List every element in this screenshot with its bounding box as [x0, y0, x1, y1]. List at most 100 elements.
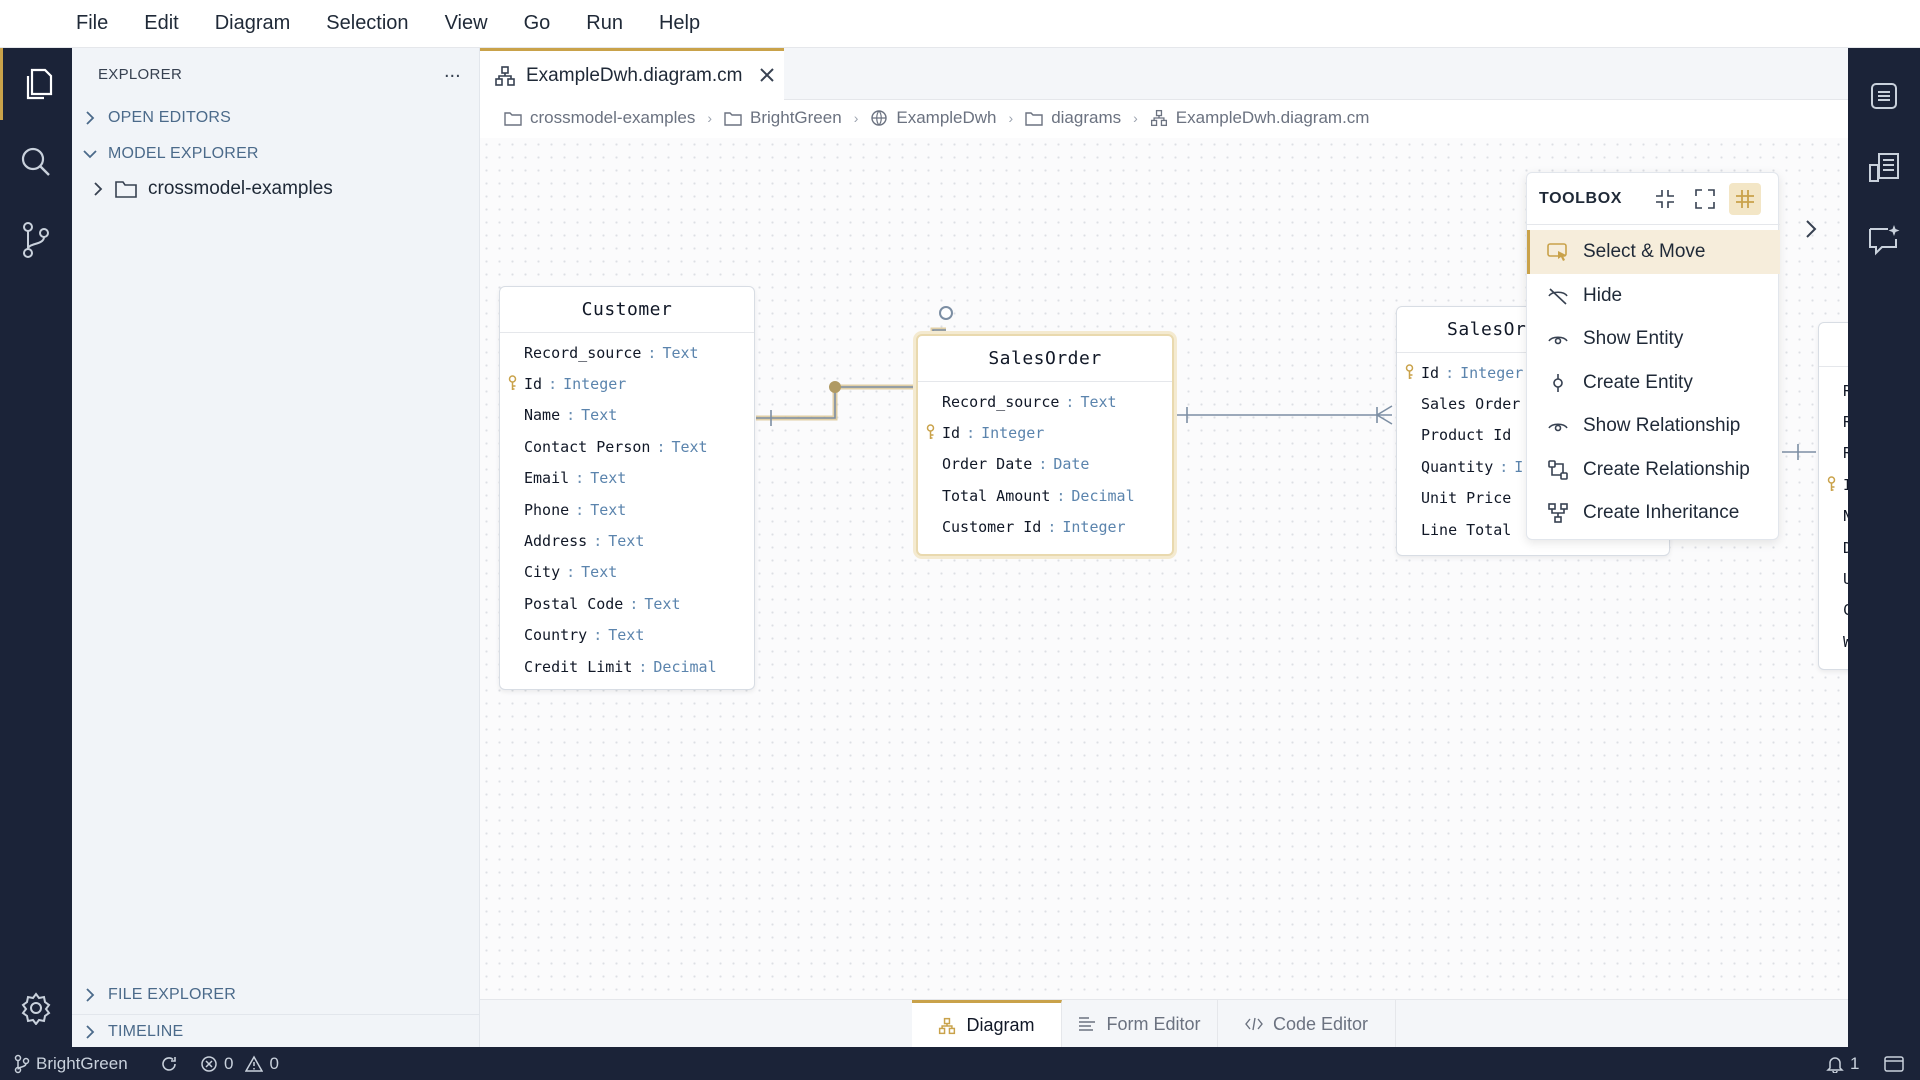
attribute-separator: : [548, 375, 558, 394]
entity-salesorder[interactable]: SalesOrder Record_source: Text Id: Integer… [916, 334, 1174, 556]
diagram-icon [939, 1017, 956, 1034]
breadcrumb-item-diagrams[interactable]: diagrams [1025, 108, 1121, 128]
section-timeline[interactable]: TIMELINE [72, 1014, 480, 1048]
menu-help[interactable]: Help [653, 8, 706, 39]
breadcrumb-item-crossmodel-examples[interactable]: crossmodel-examples [504, 108, 695, 128]
attribute-type: Text [644, 594, 681, 613]
attribute-row[interactable]: Postal Code: Text [500, 588, 754, 619]
source-control-icon [23, 222, 49, 258]
fit-to-screen-button[interactable] [1689, 183, 1721, 215]
properties-button[interactable] [1848, 132, 1920, 204]
attribute-row[interactable]: D [1819, 532, 1848, 563]
outline-button[interactable] [1848, 60, 1920, 132]
attribute-row[interactable]: N [1819, 501, 1848, 532]
close-tab-button[interactable] [758, 66, 776, 90]
section-label: OPEN EDITORS [108, 109, 232, 126]
section-open-editors[interactable]: OPEN EDITORS [72, 101, 480, 135]
attribute-row[interactable]: Id: Integer [918, 417, 1172, 448]
breadcrumb-item-brightgreen[interactable]: BrightGreen [724, 108, 842, 128]
tool-create-relationship[interactable]: Create Relationship [1527, 448, 1780, 492]
attribute-type: Text [608, 532, 645, 551]
toolbox-header: TOOLBOX [1527, 173, 1780, 225]
menu-view[interactable]: View [439, 8, 494, 39]
entity-customer[interactable]: Customer Record_source: Text Id: Integer N… [499, 286, 755, 690]
tool-show-relationship[interactable]: Show Relationship [1527, 404, 1780, 448]
chat-button[interactable] [1848, 204, 1920, 276]
key-icon [1405, 364, 1414, 379]
settings-button[interactable] [0, 972, 72, 1044]
tool-hide[interactable]: Hide [1527, 274, 1780, 318]
edge-handle-open[interactable] [939, 306, 953, 320]
attribute-row[interactable]: I [1819, 469, 1848, 500]
menu-run[interactable]: Run [580, 8, 629, 39]
more-actions-button[interactable]: ... [444, 60, 461, 83]
breadcrumb-item-exampledwh[interactable]: ExampleDwh [870, 108, 997, 128]
section-file-explorer[interactable]: FILE EXPLORER [72, 978, 480, 1012]
tool-label: Select & Move [1583, 240, 1706, 262]
tool-show-entity[interactable]: Show Entity [1527, 317, 1780, 361]
attribute-row[interactable]: R [1819, 375, 1848, 406]
entity-partial-right[interactable]: R R R I N D U C W [1818, 322, 1848, 670]
attribute-name: Product Id [1421, 426, 1512, 445]
attribute-separator: : [638, 657, 648, 676]
attribute-row[interactable]: Country: Text [500, 620, 754, 651]
tab-code-editor[interactable]: Code Editor [1218, 1000, 1396, 1048]
breadcrumb-separator: › [707, 110, 713, 126]
attribute-row[interactable]: R [1819, 438, 1848, 469]
status-branch[interactable]: BrightGreen [14, 1047, 128, 1080]
attribute-row[interactable]: Contact Person: Text [500, 431, 754, 462]
tab-diagram[interactable]: Diagram [912, 1000, 1062, 1048]
attribute-row[interactable]: Total Amount: Decimal [918, 480, 1172, 511]
status-problems[interactable]: 0 0 [200, 1047, 279, 1080]
attribute-type: Text [581, 406, 618, 425]
attribute-name: Order Date [942, 455, 1033, 474]
tool-create-inheritance[interactable]: Create Inheritance [1527, 491, 1780, 535]
tab-exampledwh-diagram[interactable]: ExampleDwh.diagram.cm [480, 48, 784, 100]
collapse-palette-button[interactable] [1649, 183, 1681, 215]
tool-label: Hide [1583, 284, 1623, 306]
attribute-row[interactable]: Name: Text [500, 400, 754, 431]
attribute-row[interactable]: Record_source: Text [918, 386, 1172, 417]
select-move-icon [1547, 242, 1567, 261]
section-model-explorer[interactable]: MODEL EXPLORER [72, 137, 480, 171]
attribute-row[interactable]: R [1819, 406, 1848, 437]
chevron-right-icon [86, 1024, 95, 1039]
tab-form-editor[interactable]: Form Editor [1062, 1000, 1218, 1048]
attribute-type: Text [1080, 392, 1117, 411]
attribute-row[interactable]: Phone: Text [500, 494, 754, 525]
menu-file[interactable]: File [70, 8, 114, 39]
attribute-row[interactable]: W [1819, 626, 1848, 657]
attribute-name: Line Total [1421, 520, 1512, 539]
search-activity-button[interactable] [0, 126, 72, 198]
attribute-row[interactable]: Id: Integer [500, 368, 754, 399]
attribute-row[interactable]: Credit Limit: Decimal [500, 651, 754, 682]
tab-label: Diagram [966, 1015, 1035, 1035]
attribute-name: Quantity [1421, 457, 1494, 476]
attribute-row[interactable]: Address: Text [500, 525, 754, 556]
attribute-row[interactable]: City: Text [500, 557, 754, 588]
tool-create-entity[interactable]: Create Entity [1527, 361, 1780, 405]
sync-button[interactable] [160, 1047, 184, 1080]
menu-selection[interactable]: Selection [320, 8, 414, 39]
menu-diagram[interactable]: Diagram [209, 8, 297, 39]
attribute-row[interactable]: Record_source: Text [500, 337, 754, 368]
toggle-grid-button[interactable] [1729, 183, 1761, 215]
edge-handle[interactable] [829, 381, 841, 393]
tool-select-move[interactable]: Select & Move [1527, 230, 1780, 274]
breadcrumb-item-diagram-file[interactable]: ExampleDwh.diagram.cm [1150, 108, 1369, 128]
status-notifications[interactable]: 1 [1826, 1047, 1859, 1080]
source-control-activity-button[interactable] [0, 204, 72, 276]
minimize-icon [1656, 190, 1674, 208]
menu-edit[interactable]: Edit [138, 8, 184, 39]
attribute-row[interactable]: Order Date: Date [918, 449, 1172, 480]
attribute-row[interactable]: Customer Id: Integer [918, 512, 1172, 543]
attribute-row[interactable]: Email: Text [500, 463, 754, 494]
attribute-row[interactable]: U [1819, 563, 1848, 594]
tree-item-crossmodel-examples[interactable]: crossmodel-examples [72, 172, 480, 206]
tab-label: Code Editor [1272, 1013, 1369, 1034]
toolbox-toggle-button[interactable] [1798, 216, 1824, 242]
menu-go[interactable]: Go [518, 8, 557, 39]
attribute-row[interactable]: C [1819, 595, 1848, 626]
explorer-activity-button[interactable] [0, 48, 72, 120]
layout-button[interactable] [1884, 1047, 1910, 1080]
